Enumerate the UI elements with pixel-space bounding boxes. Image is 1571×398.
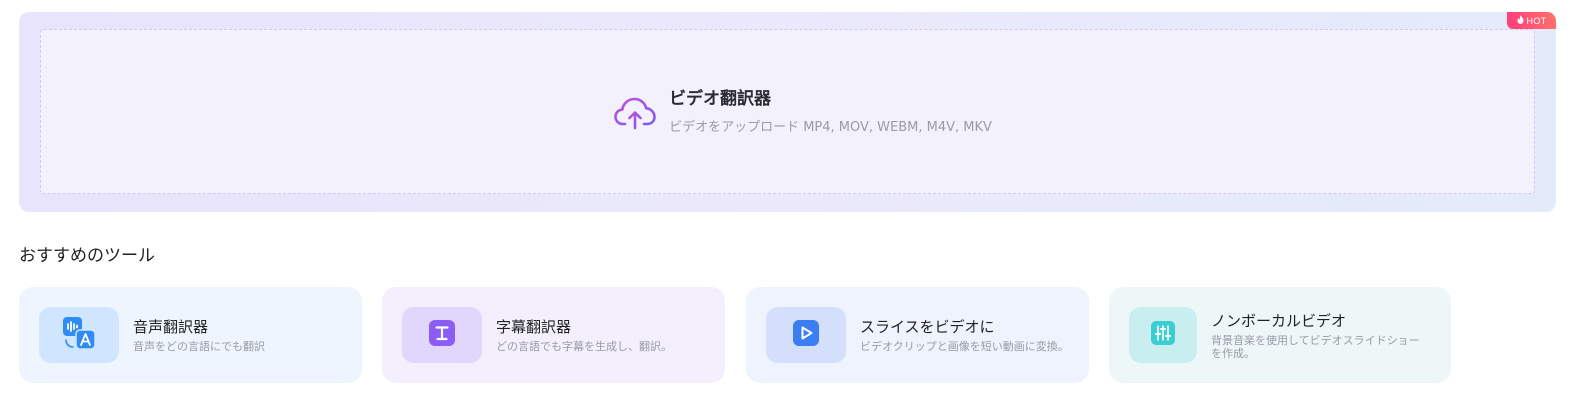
dropzone-content: ビデオ翻訳器 ビデオをアップロード MP4, MOV, WEBM, M4V, M… — [613, 88, 992, 135]
tool-card-slices-to-video[interactable]: スライスをビデオに ビデオクリップと画像を短い動画に変換。 — [746, 287, 1089, 383]
recommended-tools-heading: おすすめのツール — [19, 246, 155, 266]
play-icon — [792, 319, 820, 351]
tool-description: 音声をどの言語にでも翻訳 — [133, 340, 265, 353]
voice-translate-icon-box — [39, 307, 119, 363]
tool-card-non-vocal-video[interactable]: ノンボーカルビデオ 背景音楽を使用してビデオスライドショーを作成。 — [1109, 287, 1451, 383]
equalizer-icon-box — [1129, 307, 1197, 363]
flame-icon — [1517, 15, 1524, 26]
hot-badge-label: HOT — [1526, 15, 1547, 26]
dropzone-title: ビデオ翻訳器 — [669, 89, 772, 109]
tool-card-subtitle-translator[interactable]: 字幕翻訳器 どの言語でも字幕を生成し、翻訳。 — [382, 287, 725, 383]
subtitle-icon — [428, 319, 456, 351]
subtitle-icon-box — [402, 307, 482, 363]
hot-badge: HOT — [1507, 12, 1556, 29]
tool-title: 音声翻訳器 — [133, 318, 209, 336]
tool-card-text: 字幕翻訳器 どの言語でも字幕を生成し、翻訳。 — [496, 317, 692, 353]
equalizer-icon — [1150, 320, 1176, 350]
play-icon-box — [766, 307, 846, 363]
tool-card-text: ノンボーカルビデオ 背景音楽を使用してビデオスライドショーを作成。 — [1211, 311, 1441, 360]
tool-description: どの言語でも字幕を生成し、翻訳。 — [496, 340, 672, 353]
cloud-upload-icon — [613, 90, 657, 134]
tool-description: ビデオクリップと画像を短い動画に変換。 — [860, 340, 1069, 353]
tool-card-text: 音声翻訳器 音声をどの言語にでも翻訳 — [133, 317, 285, 353]
tool-description: 背景音楽を使用してビデオスライドショーを作成。 — [1211, 333, 1420, 360]
tool-card-text: スライスをビデオに ビデオクリップと画像を短い動画に変換。 — [860, 317, 1090, 353]
tool-title: ノンボーカルビデオ — [1211, 311, 1347, 330]
tool-card-voice-translator[interactable]: 音声翻訳器 音声をどの言語にでも翻訳 — [19, 287, 362, 383]
tool-title: スライスをビデオに — [860, 318, 995, 336]
upload-panel: ビデオ翻訳器 ビデオをアップロード MP4, MOV, WEBM, M4V, M… — [19, 12, 1556, 212]
dropzone-text: ビデオ翻訳器 ビデオをアップロード MP4, MOV, WEBM, M4V, M… — [669, 88, 992, 135]
tool-title: 字幕翻訳器 — [496, 318, 572, 336]
dropzone-subtitle: ビデオをアップロード MP4, MOV, WEBM, M4V, MKV — [669, 120, 992, 135]
video-upload-dropzone[interactable]: ビデオ翻訳器 ビデオをアップロード MP4, MOV, WEBM, M4V, M… — [40, 29, 1535, 194]
voice-translate-icon — [62, 316, 96, 354]
